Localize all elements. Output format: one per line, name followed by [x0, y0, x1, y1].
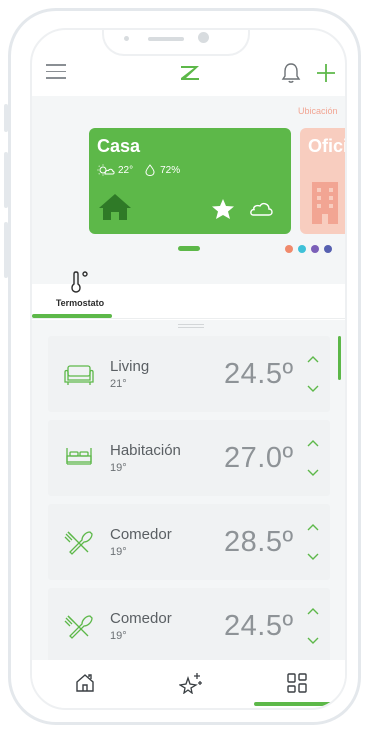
- room-name: Comedor: [110, 610, 172, 627]
- room-setpoint: 24.5º: [224, 358, 294, 390]
- room-name: Living: [110, 358, 150, 375]
- tab-label: Termostato: [55, 298, 105, 308]
- phone-notch: [102, 30, 250, 56]
- chevron-down-icon[interactable]: [306, 552, 320, 562]
- room-row[interactable]: Living 21° 24.5º: [48, 336, 330, 412]
- location-color-dots: [285, 245, 337, 253]
- bottom-nav: [32, 660, 345, 708]
- plus-icon[interactable]: [314, 61, 338, 85]
- room-setpoint: 24.5º: [224, 610, 294, 642]
- location-name: Casa: [97, 136, 141, 156]
- thermometer-icon: [71, 271, 88, 293]
- divider: [32, 318, 345, 319]
- chevron-up-icon[interactable]: [306, 438, 320, 448]
- room-list: Living 21° 24.5º Habitación 19° 27.0º Co…: [32, 320, 345, 664]
- home-icon[interactable]: [74, 672, 96, 694]
- bed-icon: [66, 448, 92, 465]
- grid-icon[interactable]: [286, 672, 308, 694]
- cloud-icon[interactable]: [247, 198, 275, 218]
- top-bar: [32, 58, 345, 94]
- room-setpoint: 28.5º: [224, 526, 294, 558]
- phone-side-button: [4, 152, 8, 208]
- chevron-up-icon[interactable]: [306, 354, 320, 364]
- location-label: Ubicación: [298, 106, 338, 116]
- chevron-down-icon[interactable]: [306, 384, 320, 394]
- app-screen: Ubicación Casa 22° 72% Ofici Termostato …: [30, 28, 347, 710]
- hamburger-icon[interactable]: [46, 64, 66, 80]
- sparkles-icon[interactable]: [179, 672, 203, 694]
- room-current-temp: 19°: [110, 630, 127, 642]
- fork-knife-icon: [64, 531, 93, 555]
- sun-cloud-icon: [97, 164, 115, 176]
- drag-handle[interactable]: [178, 324, 204, 328]
- carousel-indicator: [178, 246, 200, 251]
- humidity-value: 72%: [160, 164, 181, 176]
- room-name: Comedor: [110, 526, 172, 543]
- room-current-temp: 19°: [110, 462, 127, 474]
- color-dot[interactable]: [298, 245, 306, 253]
- color-dot[interactable]: [324, 245, 332, 253]
- tab-termostato[interactable]: Termostato: [48, 268, 112, 318]
- room-row[interactable]: Habitación 19° 27.0º: [48, 420, 330, 496]
- location-card-oficina[interactable]: Oficina: [300, 128, 347, 234]
- location-name: Oficina: [308, 136, 347, 156]
- weather-info: 22° 72%: [97, 164, 180, 176]
- phone-side-button: [4, 104, 8, 132]
- building-icon: [312, 182, 338, 224]
- sofa-icon: [64, 365, 94, 385]
- room-current-temp: 21°: [110, 378, 127, 390]
- room-current-temp: 19°: [110, 546, 127, 558]
- home-icon: [99, 194, 131, 220]
- room-name: Habitación: [110, 442, 181, 459]
- chevron-down-icon[interactable]: [306, 636, 320, 646]
- humidity-drop-icon: [145, 164, 155, 176]
- nav-active-indicator: [254, 702, 334, 706]
- chevron-up-icon[interactable]: [306, 522, 320, 532]
- temperature-value: 22°: [118, 164, 134, 176]
- location-card-casa[interactable]: Casa 22° 72%: [89, 128, 291, 234]
- star-icon[interactable]: [211, 198, 235, 220]
- room-row[interactable]: Comedor 19° 24.5º: [48, 588, 330, 664]
- chevron-up-icon[interactable]: [306, 606, 320, 616]
- brand-logo-icon: [181, 66, 199, 80]
- scrollbar[interactable]: [338, 336, 341, 380]
- color-dot[interactable]: [311, 245, 319, 253]
- phone-side-button: [4, 222, 8, 278]
- location-carousel: Ubicación Casa 22° 72% Ofici: [32, 96, 347, 284]
- room-row[interactable]: Comedor 19° 28.5º: [48, 504, 330, 580]
- room-setpoint: 27.0º: [224, 442, 294, 474]
- bell-icon[interactable]: [280, 61, 302, 85]
- chevron-down-icon[interactable]: [306, 468, 320, 478]
- fork-knife-icon: [64, 615, 93, 639]
- color-dot[interactable]: [285, 245, 293, 253]
